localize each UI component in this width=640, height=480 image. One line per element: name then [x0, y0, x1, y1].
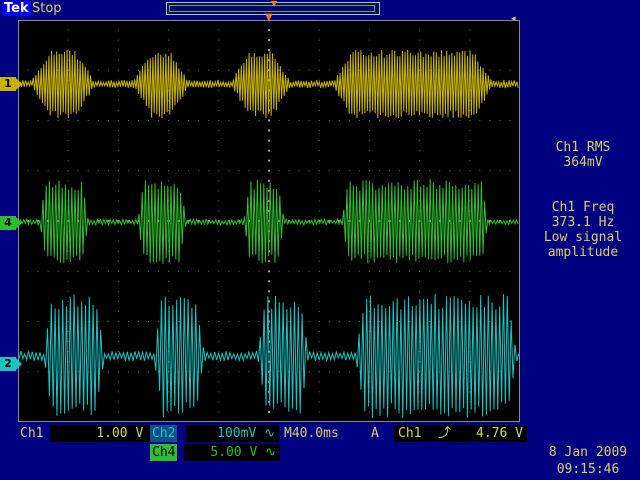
- ch2-scale[interactable]: 100mV ∿: [186, 425, 279, 442]
- ch1-ground-marker[interactable]: 1: [0, 77, 22, 91]
- acquisition-state: Stop: [32, 1, 62, 16]
- time: 09:15:46: [556, 462, 620, 477]
- measurement-panel: Ch1 RMS 364mV Ch1 Freq 373.1 Hz Low sign…: [526, 140, 640, 290]
- record-view-icon: ▼: [166, 0, 380, 15]
- ch2-trace: [18, 293, 520, 419]
- date: 8 Jan 2009: [548, 445, 628, 460]
- ch1-scale[interactable]: 1.00 V ∿: [50, 425, 166, 442]
- measurement-value: 364mV: [563, 155, 603, 170]
- trigger-level-value: 4.76 V: [476, 426, 523, 441]
- date-time: 8 Jan 2009 09:15:46: [536, 444, 640, 478]
- measurement-freq: Ch1 Freq 373.1 Hz Low signal amplitude: [526, 200, 640, 260]
- record-trigger-icon: ▼: [271, 0, 278, 8]
- graticule-grid: [18, 20, 520, 422]
- waveform-display: [18, 20, 520, 422]
- trigger-source: Ch1: [398, 426, 422, 441]
- ch2-ground-marker[interactable]: 2: [0, 357, 22, 371]
- measurement-value: 373.1 Hz: [551, 215, 615, 230]
- measurement-rms: Ch1 RMS 364mV: [526, 140, 640, 170]
- measurement-label: Ch1 RMS: [555, 140, 611, 155]
- ch2-label[interactable]: Ch2: [150, 425, 178, 442]
- ch4-label[interactable]: Ch4: [150, 444, 178, 461]
- trigger-mode[interactable]: A: [369, 425, 381, 442]
- measurement-label: Ch1 Freq: [551, 200, 615, 215]
- ch4-scale[interactable]: 5.00 V ∿: [184, 444, 280, 461]
- top-status-bar: Tek Stop ▼ ▼ ◂: [0, 0, 640, 24]
- ch4-ground-marker[interactable]: 4: [0, 216, 22, 230]
- timebase-readout[interactable]: M40.0ms: [282, 425, 341, 442]
- brand-logo: Tek: [2, 1, 31, 16]
- trigger-slope-icon: ⤴: [438, 426, 452, 441]
- ch1-label[interactable]: Ch1: [18, 425, 45, 442]
- measurement-note: Low signal amplitude: [543, 230, 623, 260]
- settings-bar: Ch1 1.00 V ∿ Ch2 100mV ∿ M40.0ms A Ch1 ⤴…: [18, 425, 527, 442]
- trigger-readout[interactable]: Ch1 ⤴ 4.76 V: [394, 425, 527, 442]
